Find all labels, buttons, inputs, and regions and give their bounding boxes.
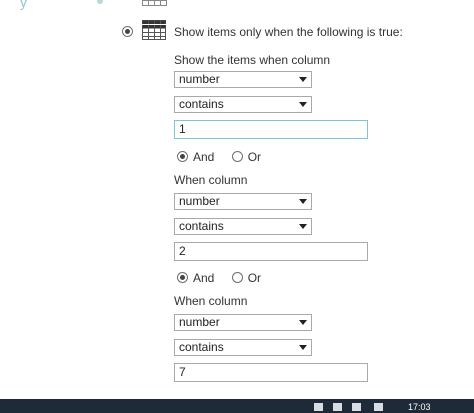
value-input-text: 2: [179, 244, 186, 258]
and-radio[interactable]: [177, 271, 188, 283]
notification-icon[interactable]: [374, 403, 383, 411]
and-label: And: [193, 271, 215, 285]
column-select-value: number: [179, 315, 220, 329]
operator-select-1[interactable]: contains: [174, 96, 312, 113]
partial-heading-glyph: y: [20, 0, 27, 10]
chevron-down-icon: [299, 345, 307, 350]
when-column-label: When column: [174, 294, 248, 308]
or-radio[interactable]: [231, 150, 243, 162]
when-column-label: When column: [174, 173, 248, 187]
or-label: Or: [247, 150, 262, 164]
taskbar: 17:03: [0, 399, 474, 413]
value-input-text: 1: [179, 122, 186, 136]
value-input-2[interactable]: 2: [174, 242, 368, 261]
column-select-3[interactable]: number: [174, 314, 312, 331]
grid-icon: [142, 0, 167, 6]
or-label: Or: [247, 271, 262, 285]
value-input-1[interactable]: 1: [174, 120, 368, 139]
network-icon[interactable]: [333, 403, 342, 411]
or-option[interactable]: Or: [231, 150, 262, 164]
chevron-down-icon: [299, 77, 307, 82]
operator-select-3[interactable]: contains: [174, 339, 312, 356]
operator-select-value: contains: [179, 219, 224, 233]
chevron-down-icon: [299, 224, 307, 229]
operator-select-value: contains: [179, 340, 224, 354]
keyboard-icon[interactable]: [314, 403, 323, 411]
chevron-down-icon: [299, 320, 307, 325]
partial-dot: [97, 0, 103, 4]
operator-select-2[interactable]: contains: [174, 218, 312, 235]
and-option[interactable]: And: [177, 150, 214, 164]
filtered-grid-icon: [142, 20, 166, 40]
column-select-value: number: [179, 72, 220, 86]
value-input-text: 7: [179, 365, 186, 379]
and-radio[interactable]: [177, 150, 188, 162]
top-partial-area: y: [0, 0, 474, 14]
battery-icon[interactable]: [352, 403, 361, 411]
filter-title: Show items only when the following is tr…: [174, 25, 403, 39]
chevron-down-icon: [299, 102, 307, 107]
or-option[interactable]: Or: [231, 271, 262, 285]
column-select-2[interactable]: number: [174, 193, 312, 210]
connector-row-2: And Or: [177, 271, 275, 285]
operator-select-value: contains: [179, 97, 224, 111]
and-label: And: [193, 150, 215, 164]
show-items-label: Show the items when column: [174, 53, 331, 67]
chevron-down-icon: [299, 199, 307, 204]
taskbar-clock[interactable]: 17:03: [408, 402, 431, 412]
and-option[interactable]: And: [177, 271, 214, 285]
column-select-value: number: [179, 194, 220, 208]
value-input-3[interactable]: 7: [174, 363, 368, 382]
filter-mode-radio[interactable]: [122, 26, 133, 37]
column-select-1[interactable]: number: [174, 71, 312, 88]
or-radio[interactable]: [231, 271, 243, 283]
connector-row-1: And Or: [177, 150, 275, 164]
